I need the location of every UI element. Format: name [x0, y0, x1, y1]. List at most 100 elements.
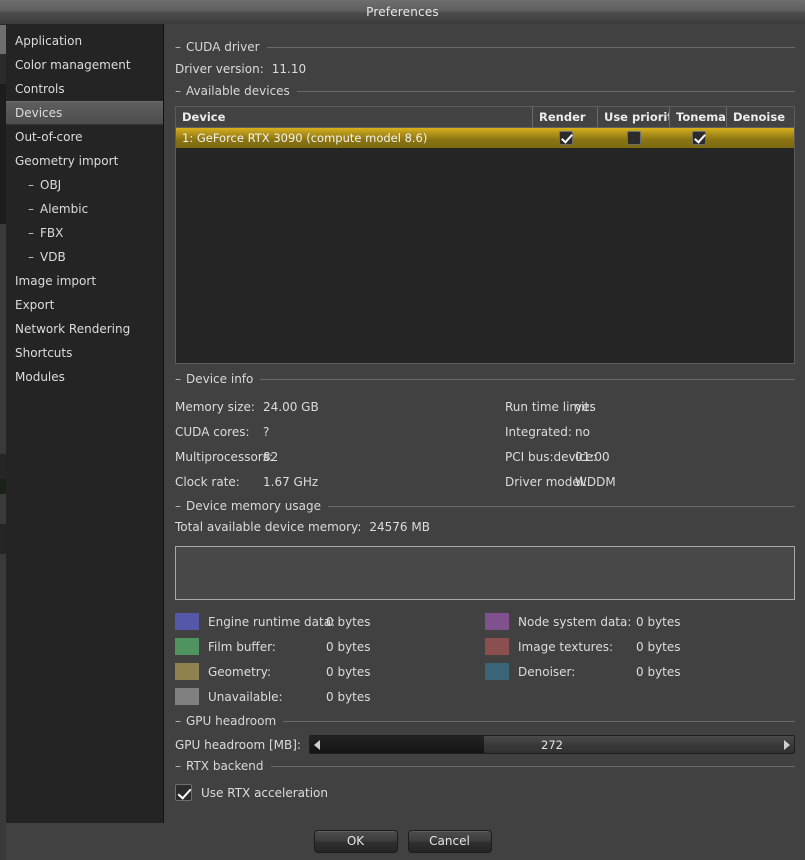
sidebar-item-obj[interactable]: – OBJ — [6, 173, 163, 197]
total-memory-row: Total available device memory: 24576 MB — [175, 515, 795, 539]
info-value-run-time-limit: yes — [575, 400, 596, 414]
group-label: Device memory usage — [186, 499, 322, 513]
devices-table[interactable]: DeviceRenderUse priorityTonemapDenoise 1… — [175, 106, 795, 364]
legend-value: 0 bytes — [636, 614, 681, 629]
tonemap-cell[interactable] — [670, 128, 727, 148]
device-info-grid: Memory size: 24.00 GB Run time limit: yes CU… — [175, 395, 795, 495]
sidebar-item-label: Image import — [15, 274, 97, 288]
memory-usage-bar — [175, 546, 795, 600]
group-dash-icon: – — [175, 84, 181, 98]
sidebar-item-export[interactable]: Export — [6, 293, 163, 317]
info-value-pci-bus-device: 01:00 — [575, 450, 610, 464]
sidebar-item-label: Shortcuts — [15, 346, 73, 360]
sidebar-item-out-of-core[interactable]: Out-of-core — [6, 125, 163, 149]
render-checkbox[interactable] — [558, 131, 573, 145]
group-gpu-headroom: – GPU headroom — [175, 712, 795, 730]
ok-button[interactable]: OK — [313, 829, 398, 853]
preferences-sidebar[interactable]: Application Color management Controls Devic… — [6, 24, 164, 823]
sidebar-item-shortcuts[interactable]: Shortcuts — [6, 341, 163, 365]
info-key-memory-size: Memory size: — [175, 400, 255, 414]
use-rtx-acceleration-checkbox[interactable] — [175, 784, 192, 801]
dialog-footer: OK Cancel — [0, 822, 805, 860]
table-row[interactable]: 1: GeForce RTX 3090 (compute model 8.6) — [176, 128, 794, 148]
legend-swatch-icon — [485, 663, 509, 680]
sidebar-item-vdb[interactable]: – VDB — [6, 245, 163, 269]
use-priority-cell[interactable] — [598, 128, 670, 148]
legend-label: Geometry: — [208, 664, 272, 679]
render-cell[interactable] — [533, 128, 598, 148]
legend-value: 0 bytes — [636, 639, 681, 654]
group-label: CUDA driver — [186, 40, 260, 54]
legend-label: Image textures: — [518, 639, 614, 654]
group-dash-icon: – — [175, 40, 181, 54]
info-key-integrated: Integrated: — [505, 425, 572, 439]
sub-item-dash-icon: – — [28, 226, 34, 240]
use-priority-checkbox[interactable] — [627, 131, 641, 145]
sidebar-item-label: Export — [15, 298, 55, 312]
device-name-cell[interactable]: 1: GeForce RTX 3090 (compute model 8.6) — [176, 128, 533, 148]
sidebar-item-label: Devices — [15, 106, 63, 120]
legend-swatch-icon — [175, 638, 199, 655]
denoise-cell[interactable] — [727, 128, 793, 148]
window-title-bar: Preferences — [0, 0, 805, 25]
legend-swatch-icon — [485, 613, 509, 630]
gpu-headroom-slider[interactable]: 272 — [308, 735, 795, 754]
sidebar-item-devices[interactable]: Devices — [6, 101, 163, 125]
group-label: Device info — [186, 372, 254, 386]
use-rtx-acceleration-label: Use RTX acceleration — [201, 785, 328, 800]
column-header-tonemap[interactable]: Tonemap — [670, 107, 727, 127]
legend-item: Geometry: 0 bytes — [175, 659, 485, 684]
sidebar-item-color-management[interactable]: Color management — [6, 53, 163, 77]
group-rule — [328, 505, 795, 507]
group-dash-icon: – — [175, 372, 181, 386]
info-key-clock-rate: Clock rate: — [175, 475, 240, 489]
info-value-integrated: no — [575, 425, 590, 439]
memory-legend: Engine runtime data: 0 bytes Node system d… — [175, 609, 795, 709]
info-value-cuda-cores: ? — [263, 425, 270, 439]
info-value-clock-rate: 1.67 GHz — [263, 475, 319, 489]
sidebar-item-label: FBX — [40, 226, 64, 240]
sidebar-item-geometry-import[interactable]: Geometry import — [6, 149, 163, 173]
window-title: Preferences — [366, 5, 439, 19]
group-available-devices: – Available devices — [175, 82, 795, 100]
info-value-driver-model: WDDM — [575, 475, 616, 489]
legend-item: Node system data: 0 bytes — [485, 609, 795, 634]
group-rule — [266, 46, 795, 48]
sidebar-item-network-rendering[interactable]: Network Rendering — [6, 317, 163, 341]
column-header-render[interactable]: Render — [533, 107, 598, 127]
total-memory-value: 24576 MB — [369, 520, 430, 534]
group-label: RTX backend — [186, 759, 264, 773]
info-key-pci-bus-device: PCI bus:device: — [505, 450, 597, 464]
legend-swatch-icon — [175, 663, 199, 680]
sub-item-dash-icon: – — [28, 178, 34, 192]
info-value-multiprocessors: 82 — [263, 450, 279, 464]
cancel-button[interactable]: Cancel — [407, 829, 492, 853]
group-rule — [260, 378, 795, 380]
legend-label: Node system data: — [518, 614, 632, 629]
sidebar-item-image-import[interactable]: Image import — [6, 269, 163, 293]
group-rule — [283, 720, 795, 722]
group-device-info: – Device info — [175, 370, 795, 388]
legend-label: Engine runtime data: — [208, 614, 336, 629]
group-rule — [296, 90, 795, 92]
sidebar-item-label: Network Rendering — [15, 322, 131, 336]
legend-item: Film buffer: 0 bytes — [175, 634, 485, 659]
column-header-use-priority[interactable]: Use priority — [598, 107, 670, 127]
legend-item: Denoiser: 0 bytes — [485, 659, 795, 684]
sub-item-dash-icon: – — [28, 202, 34, 216]
sidebar-item-label: Out-of-core — [15, 130, 83, 144]
use-rtx-acceleration-row[interactable]: Use RTX acceleration — [175, 784, 795, 801]
column-header-denoise[interactable]: Denoise — [727, 107, 793, 127]
sidebar-item-modules[interactable]: Modules — [6, 365, 163, 389]
legend-value: 0 bytes — [326, 689, 371, 704]
sub-item-dash-icon: – — [28, 250, 34, 264]
group-rule — [270, 765, 795, 767]
sidebar-item-application[interactable]: Application — [6, 29, 163, 53]
tonemap-checkbox[interactable] — [691, 131, 706, 145]
sidebar-item-controls[interactable]: Controls — [6, 77, 163, 101]
sidebar-item-fbx[interactable]: – FBX — [6, 221, 163, 245]
sidebar-item-alembic[interactable]: – Alembic — [6, 197, 163, 221]
group-dash-icon: – — [175, 714, 181, 728]
column-header-device[interactable]: Device — [176, 107, 533, 127]
devices-table-body[interactable]: 1: GeForce RTX 3090 (compute model 8.6) — [176, 128, 794, 148]
